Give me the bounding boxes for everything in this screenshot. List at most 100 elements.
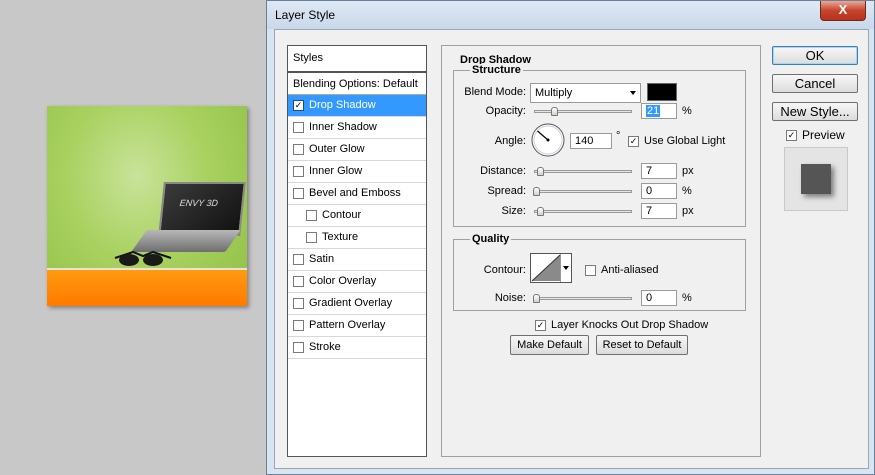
blend-mode-select[interactable]: Multiply xyxy=(530,83,641,103)
style-checkbox[interactable] xyxy=(293,320,304,331)
size-slider[interactable] xyxy=(534,207,632,216)
ok-button[interactable]: OK xyxy=(772,46,858,65)
style-checkbox[interactable] xyxy=(306,232,317,243)
style-item-label: Pattern Overlay xyxy=(309,319,386,331)
style-checkbox[interactable] xyxy=(293,122,304,133)
make-default-button[interactable]: Make Default xyxy=(510,335,589,355)
style-item-label: Inner Shadow xyxy=(309,121,377,133)
close-button[interactable]: X xyxy=(820,1,866,21)
knocks-out-checkbox[interactable]: ✓ Layer Knocks Out Drop Shadow xyxy=(535,319,708,331)
angle-input[interactable]: 140 xyxy=(570,133,612,149)
style-item-inner-shadow[interactable]: Inner Shadow xyxy=(288,117,426,139)
style-item-label: Drop Shadow xyxy=(309,99,376,111)
spread-slider[interactable] xyxy=(533,187,632,196)
distance-slider[interactable] xyxy=(534,167,632,176)
blend-mode-label: Blend Mode: xyxy=(464,86,526,98)
style-item-bevel-and-emboss[interactable]: Bevel and Emboss xyxy=(288,183,426,205)
style-checkbox[interactable] xyxy=(293,342,304,353)
style-item-label: Bevel and Emboss xyxy=(309,187,401,199)
drop-shadow-panel: Drop Shadow Structure Blend Mode: Multip… xyxy=(441,45,761,457)
style-item-label: Contour xyxy=(322,209,362,221)
knocks-out-check: ✓ xyxy=(535,319,546,331)
style-item-contour[interactable]: Contour xyxy=(288,205,426,227)
style-item-outer-glow[interactable]: Outer Glow xyxy=(288,139,426,161)
opacity-slider[interactable] xyxy=(534,107,632,116)
anti-aliased-checkbox[interactable]: Anti-aliased xyxy=(585,264,658,276)
preview-thumbnail xyxy=(784,147,848,211)
style-checkbox[interactable] xyxy=(293,298,304,309)
style-item-inner-glow[interactable]: Inner Glow xyxy=(288,161,426,183)
distance-label: Distance: xyxy=(480,165,526,177)
style-item-color-overlay[interactable]: Color Overlay xyxy=(288,271,426,293)
3d-glasses-image xyxy=(114,250,172,266)
style-item-label: Gradient Overlay xyxy=(309,297,393,309)
contour-picker[interactable] xyxy=(530,253,572,283)
shadow-color-swatch[interactable] xyxy=(647,83,677,101)
noise-slider[interactable] xyxy=(533,294,632,303)
angle-unit: ° xyxy=(616,130,621,142)
spread-slider-thumb[interactable] xyxy=(533,187,540,196)
style-item-gradient-overlay[interactable]: Gradient Overlay xyxy=(288,293,426,315)
style-item-pattern-overlay[interactable]: Pattern Overlay xyxy=(288,315,426,337)
style-item-label: Outer Glow xyxy=(309,143,365,155)
contour-label: Contour: xyxy=(483,264,526,276)
style-item-satin[interactable]: Satin xyxy=(288,249,426,271)
laptop-image: ENVY 3D xyxy=(158,182,246,236)
close-icon: X xyxy=(838,2,848,17)
knocks-out-label: Layer Knocks Out Drop Shadow xyxy=(551,319,709,331)
contour-dropdown[interactable] xyxy=(560,254,570,282)
style-checkbox[interactable]: ✓ xyxy=(293,100,304,111)
distance-slider-thumb[interactable] xyxy=(537,167,544,176)
style-item-texture[interactable]: Texture xyxy=(288,227,426,249)
noise-input[interactable]: 0 xyxy=(641,290,677,306)
style-checkbox[interactable] xyxy=(293,144,304,155)
noise-slider-thumb[interactable] xyxy=(533,294,540,303)
chevron-down-icon xyxy=(563,266,569,270)
angle-dial[interactable] xyxy=(530,122,566,158)
angle-label: Angle: xyxy=(494,135,526,147)
canvas-floor xyxy=(47,268,247,306)
opacity-unit: % xyxy=(682,105,692,117)
styles-header[interactable]: Styles xyxy=(288,46,426,73)
spread-input[interactable]: 0 xyxy=(641,183,677,199)
style-item-label: Stroke xyxy=(309,341,341,353)
blending-options-item[interactable]: Blending Options: Default xyxy=(288,73,426,95)
style-item-drop-shadow[interactable]: ✓ Drop Shadow xyxy=(288,95,426,117)
cancel-button[interactable]: Cancel xyxy=(772,74,858,93)
use-global-light-check: ✓ xyxy=(628,135,639,147)
preview-label: Preview xyxy=(802,128,845,142)
use-global-light-label: Use Global Light xyxy=(644,135,726,147)
size-slider-thumb[interactable] xyxy=(537,207,544,216)
anti-aliased-check xyxy=(585,264,596,276)
distance-unit: px xyxy=(682,165,694,177)
style-checkbox[interactable] xyxy=(293,188,304,199)
opacity-slider-thumb[interactable] xyxy=(551,107,558,116)
style-checkbox[interactable] xyxy=(306,210,317,221)
blend-mode-value: Multiply xyxy=(535,87,573,99)
opacity-value: 21 xyxy=(646,105,661,117)
distance-input[interactable]: 7 xyxy=(641,163,677,179)
preview-check: ✓ xyxy=(786,129,797,141)
style-item-label: Texture xyxy=(322,231,359,243)
preview-checkbox[interactable]: ✓ Preview xyxy=(786,128,845,142)
size-input[interactable]: 7 xyxy=(641,203,677,219)
spread-unit: % xyxy=(682,185,692,197)
dialog-title: Layer Style xyxy=(275,8,336,22)
use-global-light-checkbox[interactable]: ✓ Use Global Light xyxy=(628,135,725,147)
new-style-button[interactable]: New Style... xyxy=(772,102,858,121)
opacity-label: Opacity: xyxy=(485,105,526,117)
preview-shape xyxy=(801,164,831,194)
size-unit: px xyxy=(682,205,694,217)
title-bar[interactable]: Layer Style X xyxy=(267,1,874,29)
noise-unit: % xyxy=(682,292,692,304)
canvas-thumbnail: ENVY 3D xyxy=(47,106,247,306)
laptop-logo-text: ENVY 3D xyxy=(179,198,219,208)
anti-aliased-label: Anti-aliased xyxy=(601,264,659,276)
style-checkbox[interactable] xyxy=(293,276,304,287)
style-checkbox[interactable] xyxy=(293,254,304,265)
quality-title: Quality xyxy=(470,233,512,245)
style-checkbox[interactable] xyxy=(293,166,304,177)
opacity-input[interactable]: 21 xyxy=(641,103,677,119)
reset-to-default-button[interactable]: Reset to Default xyxy=(596,335,688,355)
style-item-stroke[interactable]: Stroke xyxy=(288,337,426,359)
